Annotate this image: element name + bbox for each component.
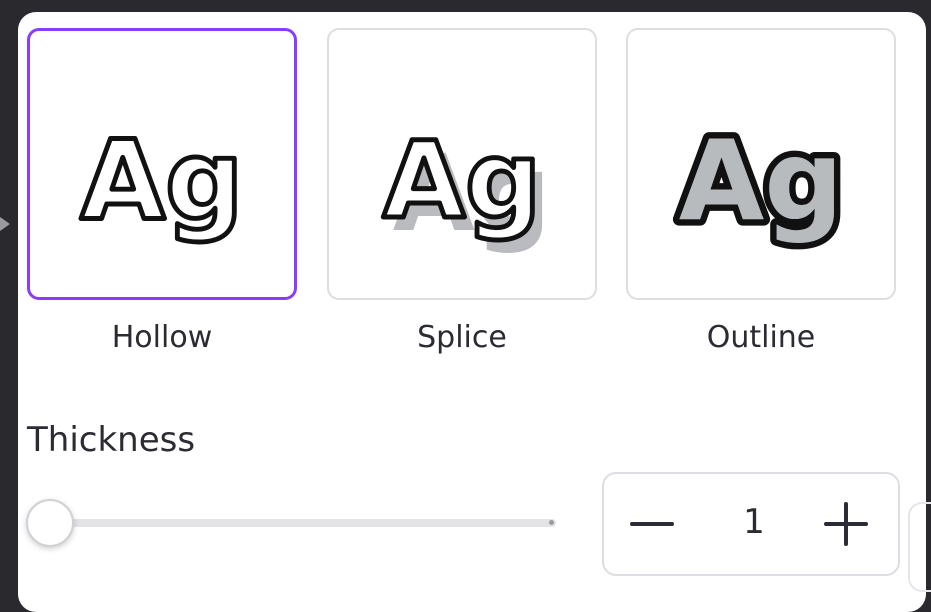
hollow-preview-icon: Ag bbox=[78, 114, 246, 247]
effect-outline-label: Outline bbox=[706, 320, 816, 355]
thickness-stepper: 1 bbox=[602, 472, 900, 576]
effect-hollow-label: Hollow bbox=[111, 320, 213, 355]
effect-splice-label: Splice bbox=[417, 320, 507, 355]
adjacent-control-edge bbox=[908, 502, 931, 592]
thickness-value[interactable]: 1 bbox=[714, 502, 794, 542]
plus-icon bbox=[824, 502, 868, 546]
outline-preview-icon: Ag bbox=[672, 112, 849, 253]
text-effect-panel: Ag Hollow Ag Ag Splice Ag Outline Thickn… bbox=[18, 12, 931, 612]
thickness-label: Thickness bbox=[27, 420, 196, 460]
thickness-slider-thumb[interactable] bbox=[26, 499, 74, 547]
increase-thickness-button[interactable] bbox=[814, 492, 878, 556]
splice-preview-icon: Ag Ag bbox=[380, 117, 551, 256]
effect-splice-option[interactable]: Ag Ag bbox=[327, 28, 597, 300]
slider-end-dot bbox=[549, 520, 554, 525]
splice-sample-text: Ag bbox=[383, 119, 542, 243]
hollow-sample-text: Ag bbox=[80, 117, 243, 245]
effect-hollow-option[interactable]: Ag bbox=[27, 28, 297, 300]
outline-sample-text: Ag bbox=[679, 118, 843, 246]
background-arrow-icon bbox=[0, 210, 10, 238]
decrease-thickness-button[interactable] bbox=[620, 492, 684, 556]
thickness-slider-track[interactable] bbox=[36, 519, 556, 527]
effect-outline-option[interactable]: Ag bbox=[626, 28, 896, 300]
minus-icon bbox=[630, 522, 674, 526]
